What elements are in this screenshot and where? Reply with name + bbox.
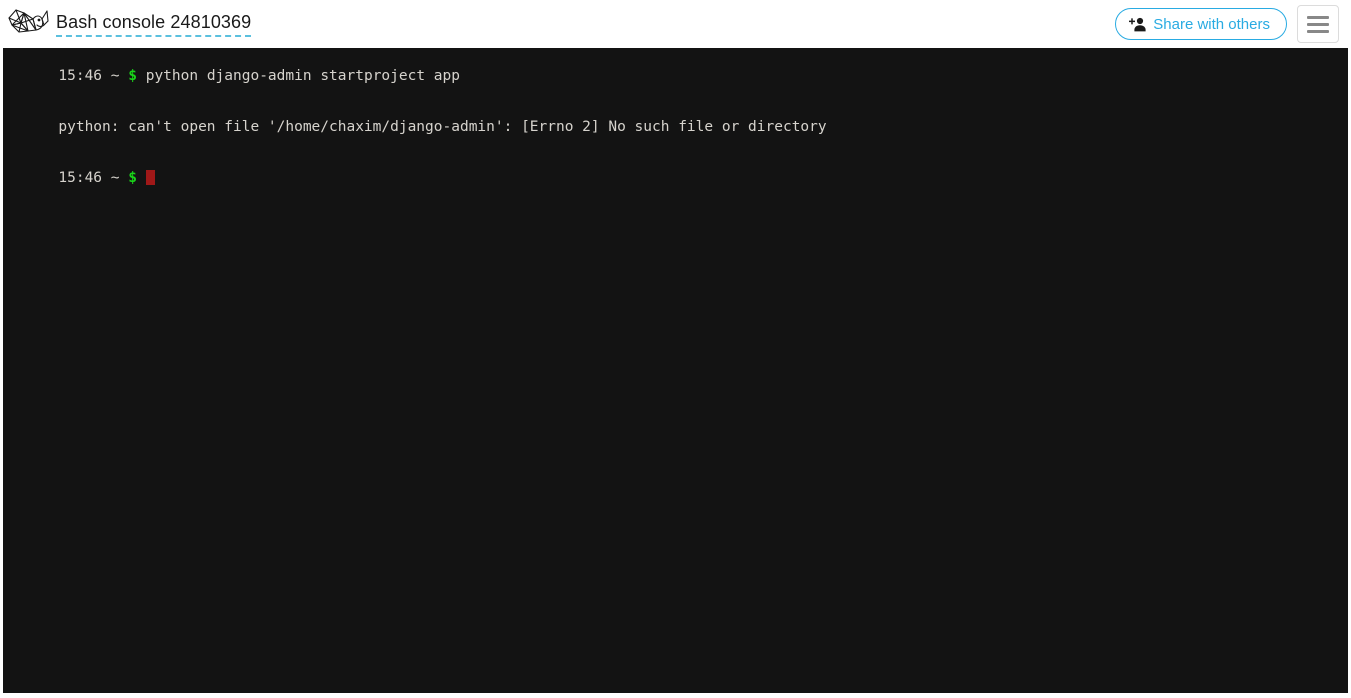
- header-left-group: Bash console 24810369: [4, 4, 252, 44]
- terminal-prompt-time: 15:46: [58, 170, 103, 186]
- terminal-line: 15:46 ~ $: [6, 153, 1348, 204]
- terminal-line: python: can't open file '/home/chaxim/dj…: [6, 102, 1348, 153]
- terminal-cursor: [145, 170, 155, 185]
- terminal-prompt-gap-2: [120, 170, 129, 186]
- hamburger-menu-icon-bar-3: [1307, 29, 1329, 33]
- hamburger-menu-button[interactable]: [1297, 5, 1339, 43]
- terminal-prompt-cwd: ~: [110, 170, 120, 186]
- terminal-prompt-gap-1: [102, 68, 111, 84]
- terminal-command-text: python django-admin startproject app: [145, 68, 460, 84]
- share-with-others-label: Share with others: [1153, 15, 1270, 33]
- terminal-output-area[interactable]: 15:46 ~ $ python django-admin startproje…: [3, 48, 1348, 693]
- terminal-line: 15:46 ~ $ python django-admin startproje…: [6, 51, 1348, 102]
- terminal-output-text: python: can't open file '/home/chaxim/dj…: [58, 119, 827, 135]
- terminal-prompt-gap-3: [137, 68, 146, 84]
- terminal-prompt-gap-2: [120, 68, 129, 84]
- header-right-group: Share with others: [1115, 5, 1339, 43]
- terminal-prompt-gap-1: [102, 170, 111, 186]
- hamburger-menu-icon-bar-1: [1307, 15, 1329, 19]
- add-person-icon: [1129, 17, 1146, 31]
- share-with-others-button[interactable]: Share with others: [1115, 8, 1287, 40]
- terminal-prompt-cwd: ~: [110, 68, 120, 84]
- hamburger-menu-icon-bar-2: [1307, 22, 1329, 26]
- terminal-prompt-gap-3: [137, 170, 146, 186]
- console-page: Bash console 24810369 Share with others: [0, 0, 1351, 698]
- console-title[interactable]: Bash console 24810369: [56, 11, 252, 37]
- terminal-prompt-symbol: $: [128, 68, 137, 84]
- page-header: Bash console 24810369 Share with others: [0, 0, 1351, 48]
- pythonanywhere-whale-logo[interactable]: [6, 4, 50, 44]
- terminal-prompt-time: 15:46: [58, 68, 103, 84]
- terminal-prompt-symbol: $: [128, 170, 137, 186]
